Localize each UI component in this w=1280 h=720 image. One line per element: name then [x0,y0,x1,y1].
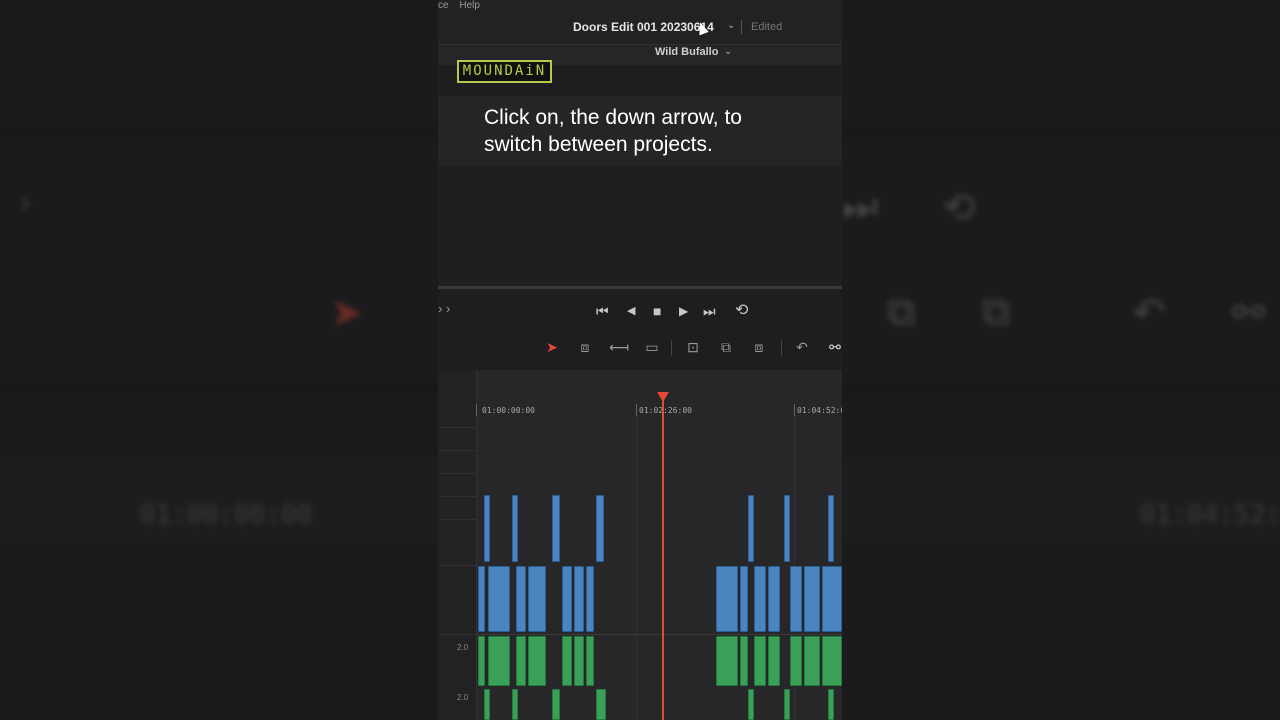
bg-timecode-right: 01:04:52:00 [1140,500,1280,530]
skip-to-end-icon[interactable]: ⏭ [703,301,716,321]
track-headers: 2.0 2.0 [438,370,477,720]
edit-toolbar: ➤ ⧈ ⟻ ▭ ⊡ ⧉ ⧈ ↶ ⚯ [438,335,842,361]
audio-clip[interactable] [748,689,754,720]
bg-snapping-icon: ↶ [1132,291,1166,335]
menu-item-help[interactable]: Help [459,0,480,11]
video-clip[interactable] [512,495,518,562]
stop-icon[interactable]: ■ [653,301,661,321]
video-clip[interactable] [488,566,510,632]
blade-edit-icon[interactable]: ▭ [641,338,663,356]
workspace-chevron-icon[interactable]: ⌄ [724,46,732,57]
audio-clip[interactable] [596,689,606,720]
audio-clip[interactable] [790,636,802,686]
menu-item-workspace[interactable]: ce [438,0,449,11]
selection-mode-icon[interactable]: ➤ [541,338,563,356]
toolbar-separator [781,340,782,356]
insert-clip-icon[interactable]: ⊡ [682,338,704,356]
audio-clip[interactable] [562,636,572,686]
viewer-divider[interactable] [438,286,842,289]
bg-chevron-icon: › [20,185,30,218]
blurred-background-left: ➤ › 01:00:00:00 [0,0,438,720]
project-switch-chevron-icon[interactable]: ⌄ [727,20,735,31]
audio-clip[interactable] [478,636,485,686]
video-clip[interactable] [740,566,748,632]
blurred-background-right: ⏭ ⟲ ⧉ ⧉ ↶ ⚯ 01:04:52:00 [842,0,1280,720]
audio-clip[interactable] [822,636,842,686]
snapping-icon[interactable]: ↶ [791,338,813,356]
audio-clip[interactable] [768,636,780,686]
workspace-name[interactable]: Wild Bufallo [655,46,718,58]
audio-track-2-label: 2.0 [457,693,469,702]
video-clip[interactable] [804,566,820,632]
timeline[interactable]: 2.0 2.0 01:00:00:00 01:02:26:00 01:04:52… [438,370,842,720]
video-clip[interactable] [768,566,780,632]
video-clip[interactable] [484,495,490,562]
video-clip[interactable] [562,566,572,632]
video-clip[interactable] [552,495,560,562]
audio-clip[interactable] [574,636,584,686]
video-clip[interactable] [574,566,584,632]
bg-timecode-left: 01:00:00:00 [140,500,313,530]
audio-clip[interactable] [754,636,766,686]
video-clip[interactable] [516,566,526,632]
play-reverse-icon[interactable]: ◀ [627,301,635,321]
loop-icon[interactable]: ⟲ [735,301,748,321]
timecode-end: 01:04:52:0 [797,406,842,415]
playhead[interactable] [662,394,664,720]
play-icon[interactable]: ▶ [679,301,688,321]
video-clip[interactable] [790,566,802,632]
skip-to-start-icon[interactable]: ⏮ [596,301,609,321]
video-clip[interactable] [586,566,594,632]
audio-clip[interactable] [586,636,594,686]
audio-clip[interactable] [716,636,738,686]
resolve-window: ce Help Doors Edit 001 20230614 ⌄ Edited… [438,0,842,720]
audio-clip[interactable] [484,689,490,720]
viewer-area [438,166,842,286]
replace-clip-icon[interactable]: ⧈ [748,338,770,356]
audio-clip[interactable] [516,636,526,686]
audio-clip[interactable] [512,689,518,720]
audio-clip[interactable] [804,636,820,686]
bg-cursor-icon: ➤ [330,291,364,335]
video-clip[interactable] [754,566,766,632]
menu-bar: ce Help [438,0,488,11]
transport-controls: › › ⏮ ◀ ■ ▶ ⏭ ⟲ [438,295,842,327]
video-clip[interactable] [596,495,604,562]
trim-edit-icon[interactable]: ⧈ [574,338,596,356]
audio-clip[interactable] [488,636,510,686]
track-area[interactable] [476,416,842,720]
audio-clip[interactable] [740,636,748,686]
timecode-middle: 01:02:26:00 [639,406,692,415]
bg-skip-end-icon: ⏭ [842,185,878,229]
video-clip[interactable] [828,495,834,562]
timecode-start: 01:00:00:00 [482,406,535,415]
mounday-logo: MOUNDAiN [457,60,552,83]
audio-clip[interactable] [528,636,546,686]
edited-status: Edited [751,21,783,33]
project-title[interactable]: Doors Edit 001 20230614 [573,20,714,34]
audio-clip[interactable] [552,689,560,720]
video-clip[interactable] [784,495,790,562]
bg-replace-icon: ⧉ [982,290,1011,334]
bg-link-icon: ⚯ [1232,291,1266,335]
title-separator [741,20,742,34]
toolbar-separator [671,340,672,356]
bg-overwrite-icon: ⧉ [887,290,916,334]
audio-clip[interactable] [828,689,834,720]
video-clip[interactable] [822,566,842,632]
video-clip[interactable] [716,566,738,632]
chevron-right-icon[interactable]: › › [438,301,450,316]
linked-selection-icon[interactable]: ⚯ [824,338,842,356]
overwrite-clip-icon[interactable]: ⧉ [715,338,737,356]
bg-loop-icon: ⟲ [942,186,976,230]
video-clip[interactable] [748,495,754,562]
video-clip[interactable] [528,566,546,632]
audio-track-1-label: 2.0 [457,643,469,652]
dynamic-trim-icon[interactable]: ⟻ [608,338,630,356]
caption-text: Click on, the down arrow, to switch betw… [484,106,742,156]
caption-overlay: Click on, the down arrow, to switch betw… [438,96,842,166]
audio-clip[interactable] [784,689,790,720]
video-clip[interactable] [478,566,485,632]
